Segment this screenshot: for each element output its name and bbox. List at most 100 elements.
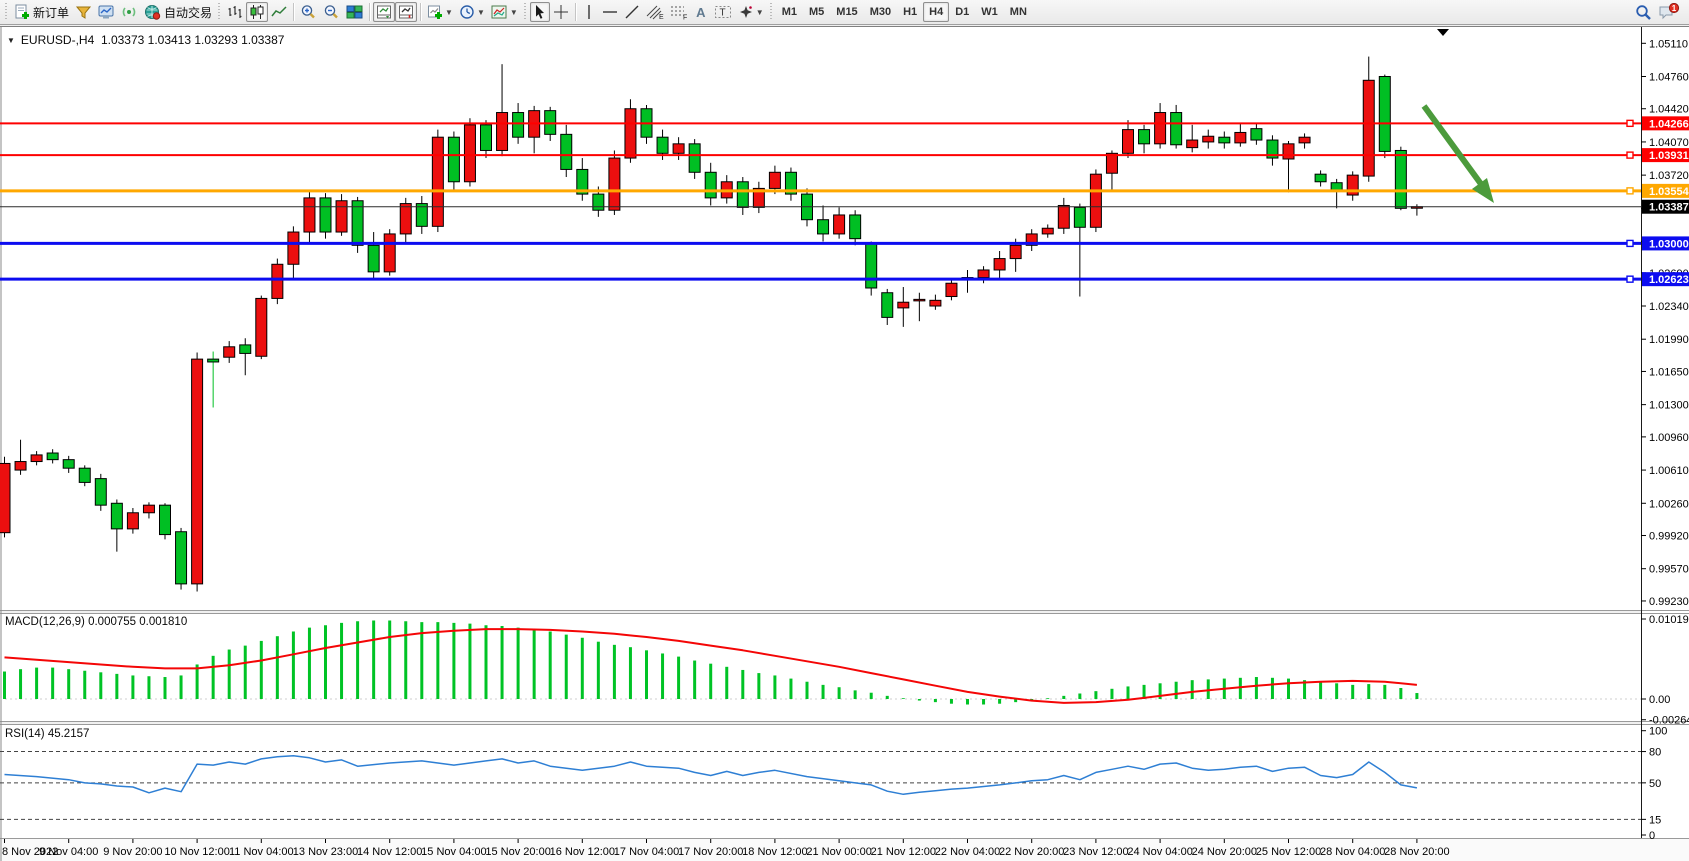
toolbar-grip[interactable]: [4, 3, 9, 21]
svg-text:1.04266: 1.04266: [1649, 118, 1689, 130]
timeframe-button-m30[interactable]: M30: [864, 2, 897, 22]
timeframe-button-m15[interactable]: M15: [830, 2, 863, 22]
candlestick-chart-icon: [249, 4, 265, 20]
notifications-button[interactable]: 1: [1655, 2, 1683, 22]
svg-text:F: F: [683, 15, 687, 21]
svg-text:18 Nov 12:00: 18 Nov 12:00: [742, 846, 807, 858]
svg-text:22 Nov 20:00: 22 Nov 20:00: [999, 846, 1064, 858]
svg-text:T: T: [719, 8, 725, 19]
svg-text:24 Nov 20:00: 24 Nov 20:00: [1192, 846, 1257, 858]
signals-button[interactable]: [118, 2, 141, 22]
svg-text:1.02623: 1.02623: [1649, 274, 1689, 286]
crosshair-button[interactable]: [550, 2, 572, 22]
arrows-icon: [738, 4, 754, 20]
candlestick-chart-button[interactable]: [246, 2, 268, 22]
templates-button[interactable]: ▼: [488, 2, 521, 22]
svg-text:1.01990: 1.01990: [1649, 334, 1689, 346]
periods-button[interactable]: ▼: [456, 2, 488, 22]
monitor-chart-icon: [98, 4, 115, 20]
toolbar-grip[interactable]: [217, 3, 222, 21]
svg-text:1.03931: 1.03931: [1649, 150, 1689, 162]
new-order-button[interactable]: 新订单: [11, 2, 72, 22]
zoom-out-button[interactable]: [320, 2, 343, 22]
svg-text:0.99570: 0.99570: [1649, 564, 1689, 576]
chart-title: ▼EURUSD-,H4 1.03373 1.03413 1.03293 1.03…: [7, 33, 284, 47]
cursor-button[interactable]: [530, 2, 550, 22]
zoom-out-icon: [323, 4, 340, 20]
svg-text:0.00: 0.00: [1649, 694, 1670, 706]
one-click-trading-arrow-icon[interactable]: ▼: [7, 36, 15, 45]
data-window-button[interactable]: [373, 2, 395, 22]
chart-window-button[interactable]: [95, 2, 118, 22]
timeframe-button-mn[interactable]: MN: [1004, 2, 1033, 22]
timeframe-button-d1[interactable]: D1: [949, 2, 975, 22]
rsi-indicator-label: RSI(14) 45.2157: [5, 728, 89, 740]
timeframe-button-h4[interactable]: H4: [923, 2, 949, 22]
signal-icon: [121, 4, 138, 20]
bar-chart-icon: [227, 4, 243, 20]
toolbar: 新订单 自动交易: [0, 0, 1689, 25]
svg-text:17 Nov 20:00: 17 Nov 20:00: [678, 846, 743, 858]
search-button[interactable]: [1632, 2, 1655, 22]
notification-badge: 1: [1672, 4, 1677, 13]
toolbar-separator: [293, 3, 294, 21]
svg-text:0.99230: 0.99230: [1649, 596, 1689, 608]
cursor-icon: [533, 4, 547, 20]
toolbar-separator: [420, 3, 421, 21]
tile-windows-button[interactable]: [343, 2, 366, 22]
fibonacci-icon: F: [670, 4, 688, 20]
timeframe-button-m5[interactable]: M5: [803, 2, 830, 22]
equidistant-channel-button[interactable]: E: [643, 2, 667, 22]
toolbar-grip[interactable]: [769, 3, 774, 21]
timeframe-button-h1[interactable]: H1: [897, 2, 923, 22]
svg-text:1.03554: 1.03554: [1649, 186, 1689, 198]
arrows-button[interactable]: ▼: [735, 2, 767, 22]
svg-text:100: 100: [1649, 726, 1667, 738]
svg-text:1.04070: 1.04070: [1649, 137, 1689, 149]
text-button[interactable]: A: [691, 2, 711, 22]
svg-text:9 Nov 20:00: 9 Nov 20:00: [103, 846, 162, 858]
template-icon: [491, 4, 508, 20]
funnel-icon: [75, 4, 92, 20]
market-depth-button[interactable]: [72, 2, 95, 22]
timeframe-button-w1[interactable]: W1: [975, 2, 1004, 22]
svg-text:28 Nov 04:00: 28 Nov 04:00: [1320, 846, 1385, 858]
trendline-button[interactable]: [621, 2, 643, 22]
horizontal-line-button[interactable]: [599, 2, 621, 22]
svg-text:1.03000: 1.03000: [1649, 238, 1689, 250]
bar-chart-button[interactable]: [224, 2, 246, 22]
crosshair-icon: [553, 4, 569, 20]
add-indicator-button[interactable]: ▼: [424, 2, 456, 22]
chart-canvas[interactable]: 1.051101.047601.044201.040701.037201.033…: [0, 25, 1689, 861]
svg-text:21 Nov 12:00: 21 Nov 12:00: [871, 846, 936, 858]
toolbar-separator: [369, 3, 370, 21]
zoom-in-icon: [300, 4, 317, 20]
new-order-icon: [14, 4, 30, 20]
svg-text:1.03387: 1.03387: [1649, 202, 1689, 214]
vertical-line-button[interactable]: [579, 2, 599, 22]
timeframe-button-m1[interactable]: M1: [776, 2, 803, 22]
zoom-in-button[interactable]: [297, 2, 320, 22]
channel-icon: E: [646, 4, 664, 20]
indicator-window-button[interactable]: [395, 2, 417, 22]
svg-text:80: 80: [1649, 747, 1661, 759]
line-chart-icon: [271, 4, 287, 20]
svg-text:1.04420: 1.04420: [1649, 104, 1689, 116]
auto-trading-label: 自动交易: [164, 4, 212, 21]
chevron-down-icon: ▼: [445, 8, 453, 17]
clock-icon: [459, 4, 475, 20]
svg-text:1.01650: 1.01650: [1649, 366, 1689, 378]
line-chart-button[interactable]: [268, 2, 290, 22]
chevron-down-icon: ▼: [510, 8, 518, 17]
toolbar-grip[interactable]: [523, 3, 528, 21]
svg-text:1.03720: 1.03720: [1649, 170, 1689, 182]
text-label-icon: T: [714, 4, 732, 20]
text-label-button[interactable]: T: [711, 2, 735, 22]
data-window-icon: [376, 4, 392, 20]
auto-trading-button[interactable]: 自动交易: [141, 2, 215, 22]
indicator-window-icon: [398, 4, 414, 20]
svg-text:1.01300: 1.01300: [1649, 400, 1689, 412]
svg-text:15 Nov 04:00: 15 Nov 04:00: [421, 846, 486, 858]
fibonacci-button[interactable]: F: [667, 2, 691, 22]
chat-bubble-icon: 1: [1658, 3, 1680, 21]
